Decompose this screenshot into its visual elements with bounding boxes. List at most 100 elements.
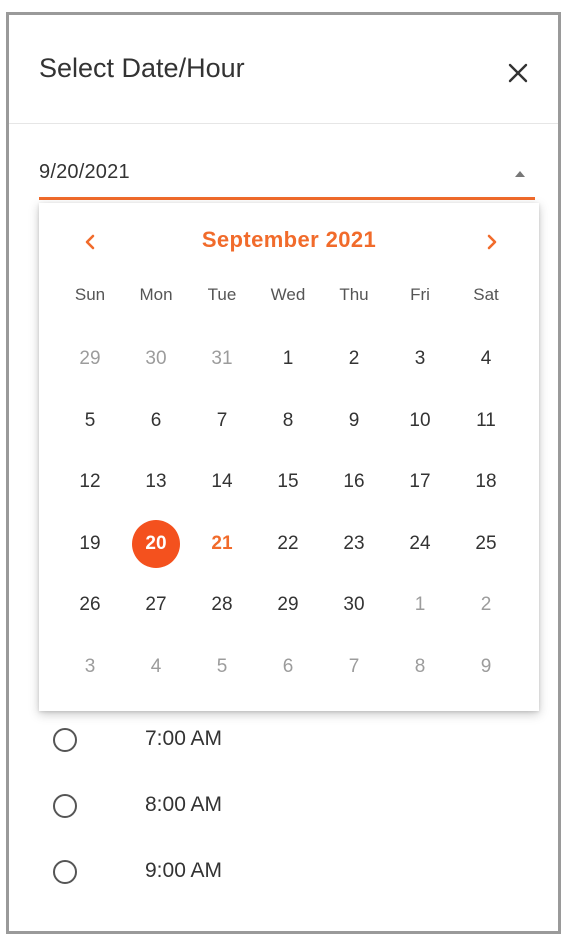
calendar-day[interactable]: 17: [387, 458, 453, 520]
calendar-day-number: 8: [282, 409, 294, 431]
calendar-day[interactable]: 7: [321, 643, 387, 705]
calendar-day[interactable]: 27: [123, 581, 189, 643]
calendar-day-number: 9: [480, 655, 492, 677]
calendar-day[interactable]: 2: [453, 581, 519, 643]
time-options: 7:00 AM 8:00 AM 9:00 AM: [53, 715, 533, 913]
close-button[interactable]: [500, 55, 536, 91]
time-label: 9:00 AM: [145, 859, 223, 882]
calendar-day[interactable]: 14: [189, 458, 255, 520]
calendar-day-number: 20: [132, 519, 180, 568]
calendar-day[interactable]: 24: [387, 520, 453, 582]
calendar-day-number: 2: [348, 348, 360, 369]
calendar-day[interactable]: 3: [387, 335, 453, 397]
calendar-day-number: 24: [409, 532, 431, 554]
calendar-day[interactable]: 6: [123, 397, 189, 459]
calendar-day[interactable]: 28: [189, 581, 255, 643]
calendar-day-selected[interactable]: 20: [123, 519, 189, 582]
calendar-week: 12 13 14 15 16 17 18: [57, 458, 519, 520]
calendar-day-number: 28: [211, 594, 233, 615]
calendar-day[interactable]: 9: [321, 397, 387, 459]
calendar-day[interactable]: 1: [255, 335, 321, 397]
time-option[interactable]: 9:00 AM: [53, 847, 533, 913]
weekday-label: Mon: [139, 285, 173, 304]
weekday-header: Sun Mon Tue Wed Thu Fri Sat: [57, 285, 519, 305]
calendar-day-number: 8: [414, 655, 426, 677]
calendar-day-number: 19: [79, 532, 101, 554]
close-icon: [508, 63, 528, 83]
calendar-day[interactable]: 26: [57, 581, 123, 643]
calendar-day-number: 30: [343, 594, 365, 615]
calendar-day[interactable]: 3: [57, 643, 123, 705]
weekday-label: Wed: [270, 285, 306, 304]
calendar-day[interactable]: 5: [57, 397, 123, 459]
calendar-day[interactable]: 1: [387, 581, 453, 643]
calendar-day-number: 5: [216, 655, 228, 677]
calendar-day-number: 30: [145, 348, 167, 369]
calendar-day[interactable]: 10: [387, 397, 453, 459]
calendar-day[interactable]: 11: [453, 397, 519, 459]
calendar-day[interactable]: 4: [453, 335, 519, 397]
caret-up-icon[interactable]: [513, 169, 527, 179]
calendar-day[interactable]: 4: [123, 643, 189, 705]
calendar-day-number: 14: [211, 471, 233, 492]
calendar-day-number: 6: [282, 655, 294, 677]
calendar-day[interactable]: 29: [57, 335, 123, 397]
date-input[interactable]: 9/20/2021: [39, 157, 535, 200]
calendar-day-number: 26: [79, 594, 101, 615]
calendar-day[interactable]: 30: [123, 335, 189, 397]
calendar-day-number: 29: [277, 594, 299, 615]
calendar-day[interactable]: 8: [387, 643, 453, 705]
calendar-day-today[interactable]: 21: [189, 520, 255, 582]
next-month-button[interactable]: [477, 227, 507, 257]
calendar-day-number: 18: [475, 471, 497, 492]
calendar-month-year[interactable]: September 2021: [39, 227, 539, 253]
radio-button[interactable]: [53, 728, 77, 752]
calendar-day-number: 25: [475, 532, 497, 554]
calendar-week: 26 27 28 29 30 1 2: [57, 581, 519, 643]
calendar-day[interactable]: 19: [57, 520, 123, 582]
calendar-day-number: 4: [150, 655, 162, 677]
calendar-day[interactable]: 25: [453, 520, 519, 582]
time-label: 7:00 AM: [145, 727, 223, 750]
calendar-day[interactable]: 15: [255, 458, 321, 520]
calendar-day-number: 17: [409, 471, 431, 492]
calendar-day[interactable]: 5: [189, 643, 255, 705]
chevron-right-icon: [487, 234, 497, 250]
weekday-label: Sun: [74, 285, 106, 304]
calendar-day[interactable]: 8: [255, 397, 321, 459]
weekday-label: Fri: [410, 285, 430, 304]
calendar-day[interactable]: 12: [57, 458, 123, 520]
calendar-day-number: 10: [409, 409, 431, 431]
calendar-day[interactable]: 18: [453, 458, 519, 520]
calendar-day[interactable]: 9: [453, 643, 519, 705]
calendar-day-number: 3: [414, 348, 426, 369]
calendar-day[interactable]: 13: [123, 458, 189, 520]
calendar-day-number: 27: [145, 594, 167, 615]
radio-button[interactable]: [53, 860, 77, 884]
calendar-day[interactable]: 2: [321, 335, 387, 397]
calendar-day-number: 11: [476, 409, 496, 431]
calendar-day-number: 7: [348, 655, 360, 677]
calendar-day[interactable]: 30: [321, 581, 387, 643]
calendar-day-number: 3: [84, 655, 96, 677]
calendar-week: 5 6 7 8 9 10 11: [57, 397, 519, 459]
calendar-day[interactable]: 23: [321, 520, 387, 582]
weekday-label: Sat: [473, 285, 499, 304]
calendar-day-number: 13: [145, 471, 167, 492]
calendar-day[interactable]: 31: [189, 335, 255, 397]
calendar-grid: 29 30 31 1 2 3 4 5 6 7 8 9 10 11 12 13 1…: [57, 335, 519, 704]
time-option[interactable]: 8:00 AM: [53, 781, 533, 847]
calendar-day-number: 5: [84, 409, 96, 431]
calendar-day[interactable]: 16: [321, 458, 387, 520]
calendar-day[interactable]: 7: [189, 397, 255, 459]
calendar-day-number: 22: [277, 532, 299, 554]
radio-button[interactable]: [53, 794, 77, 818]
date-input-value: 9/20/2021: [39, 161, 130, 183]
calendar-day[interactable]: 22: [255, 520, 321, 582]
time-option[interactable]: 7:00 AM: [53, 715, 533, 781]
calendar-day-number: 1: [282, 348, 294, 369]
dialog-title: Select Date/Hour: [39, 53, 245, 83]
time-label: 8:00 AM: [145, 793, 223, 816]
calendar-day[interactable]: 6: [255, 643, 321, 705]
calendar-day[interactable]: 29: [255, 581, 321, 643]
